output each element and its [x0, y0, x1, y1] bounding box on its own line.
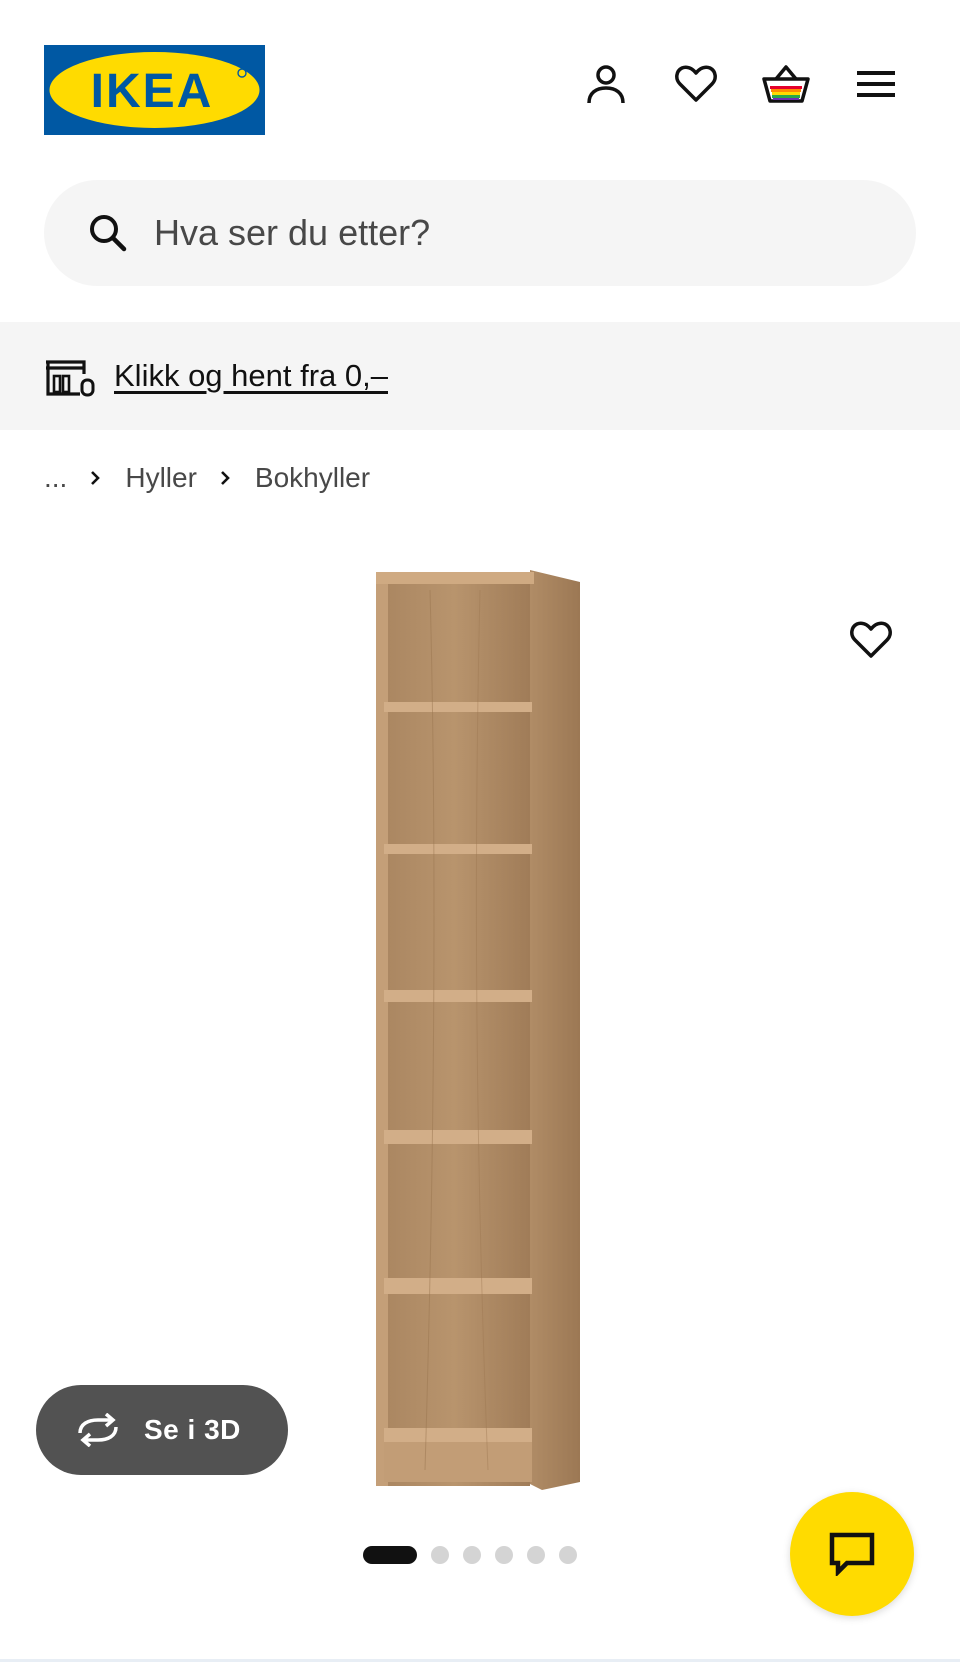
heart-icon: [850, 621, 892, 658]
favorite-button[interactable]: [826, 612, 916, 668]
breadcrumb-ellipsis[interactable]: ...: [44, 462, 67, 494]
breadcrumb-item-bokhyller[interactable]: Bokhyller: [255, 462, 370, 494]
product-image[interactable]: [370, 570, 590, 1490]
chat-icon: [829, 1532, 875, 1576]
store-pickup-icon: [46, 360, 95, 397]
profile-icon[interactable]: [582, 60, 630, 108]
header-actions: [582, 60, 900, 108]
heart-icon[interactable]: [672, 60, 720, 108]
basket-icon[interactable]: [762, 60, 810, 108]
chat-button[interactable]: [790, 1492, 914, 1616]
ikea-logo[interactable]: IKEA: [44, 45, 265, 135]
carousel-dot[interactable]: [463, 1546, 481, 1564]
menu-icon[interactable]: [852, 60, 900, 108]
carousel-dot[interactable]: [559, 1546, 577, 1564]
carousel-dot[interactable]: [527, 1546, 545, 1564]
carousel-dot[interactable]: [431, 1546, 449, 1564]
search-icon: [90, 215, 127, 252]
carousel-dot[interactable]: [495, 1546, 513, 1564]
breadcrumb: ... Hyller Bokhyller: [44, 458, 370, 498]
chevron-right-icon: [219, 468, 233, 488]
rotate-icon: [78, 1413, 118, 1447]
chevron-right-icon: [89, 468, 103, 488]
search-bar[interactable]: [44, 180, 916, 286]
promo-banner: Klikk og hent fra 0,–: [0, 322, 960, 430]
search-input[interactable]: [154, 212, 854, 254]
promo-link[interactable]: Klikk og hent fra 0,–: [114, 358, 388, 394]
svg-text:IKEA: IKEA: [91, 65, 214, 118]
product-page: IKEA Hva ser du etter? Klikk og hent fra…: [0, 0, 960, 1662]
carousel-pagination: [363, 1546, 577, 1564]
carousel-dot[interactable]: [363, 1546, 417, 1564]
view-3d-label: Se i 3D: [144, 1414, 241, 1445]
view-3d-button[interactable]: Se i 3D: [36, 1385, 288, 1475]
breadcrumb-item-hyller[interactable]: Hyller: [125, 462, 197, 494]
